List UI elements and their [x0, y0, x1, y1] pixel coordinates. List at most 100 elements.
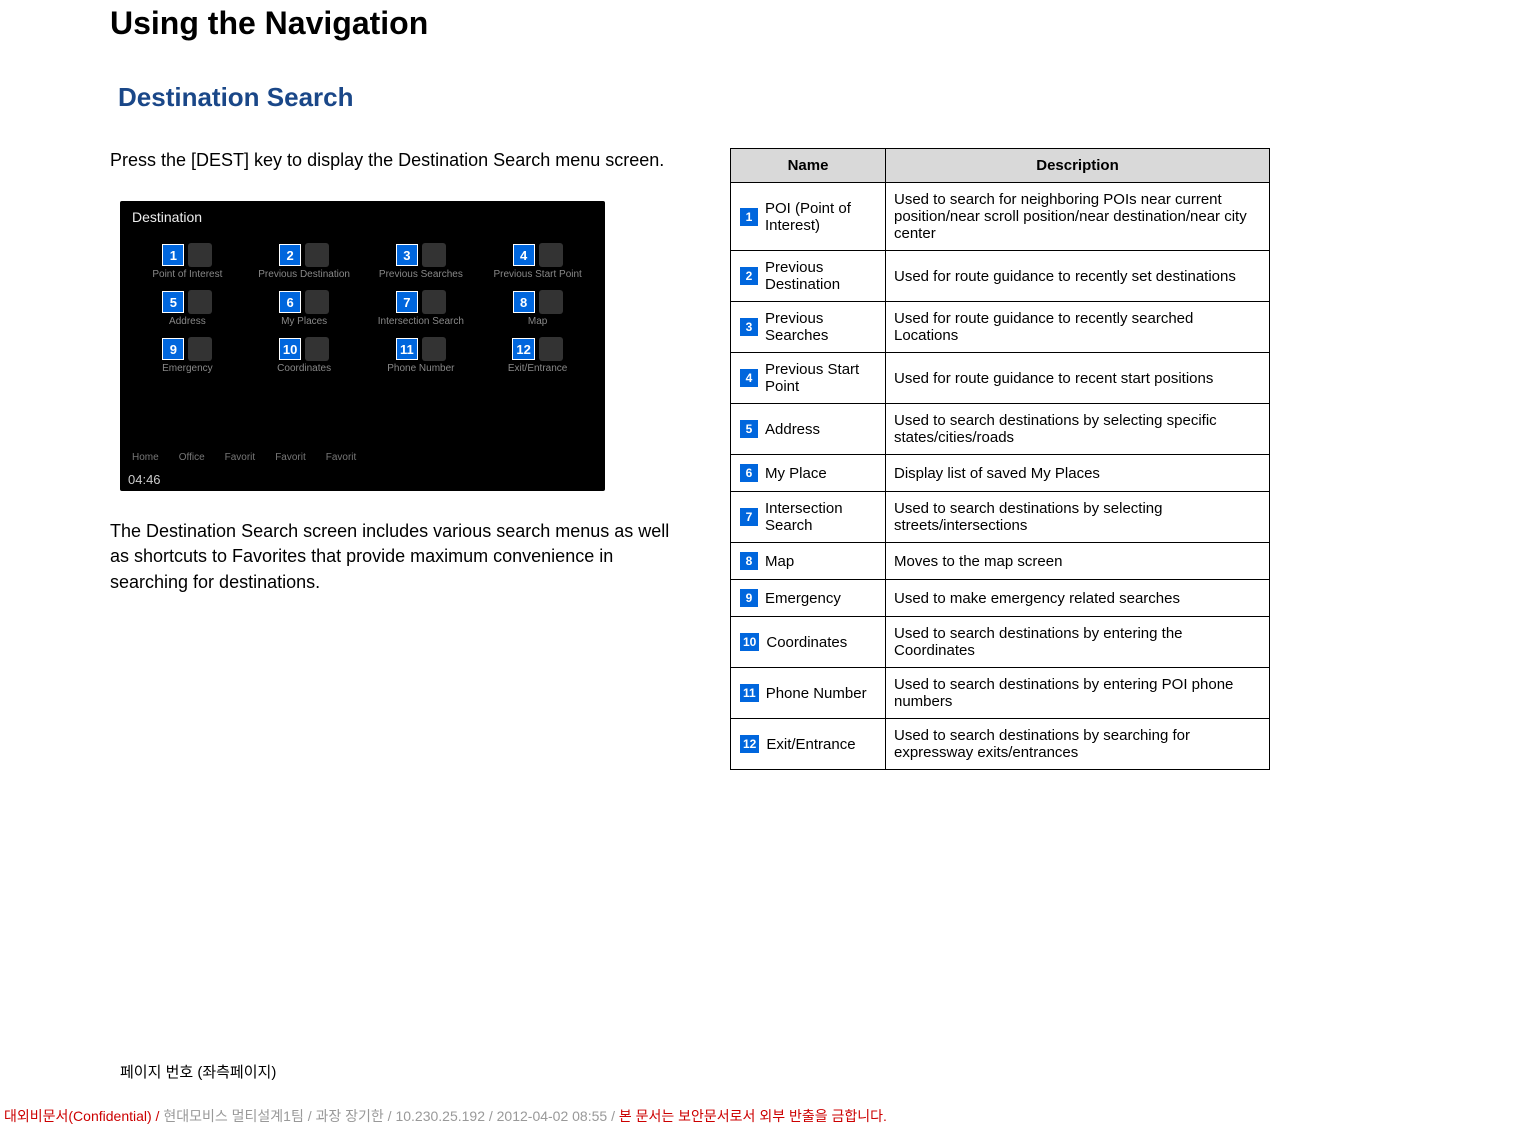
number-badge: 1 — [739, 207, 759, 227]
table-row: 12Exit/EntranceUsed to search destinatio… — [731, 719, 1270, 770]
number-badge: 10 — [739, 632, 760, 652]
screenshot-cell: 11Phone Number — [366, 337, 477, 374]
row-desc: Moves to the map screen — [886, 543, 1270, 580]
menu-icon — [188, 290, 212, 314]
table-row: 9EmergencyUsed to make emergency related… — [731, 580, 1270, 617]
row-name: Map — [765, 553, 794, 570]
menu-icon — [305, 243, 329, 267]
cell-label: Phone Number — [387, 363, 454, 374]
number-badge: 1 — [162, 244, 184, 266]
name-cell: 11Phone Number — [731, 668, 886, 719]
menu-icon — [539, 290, 563, 314]
screenshot-cell: 9 Emergency — [132, 337, 243, 374]
number-badge: 4 — [513, 244, 535, 266]
name-cell: 4 Previous Start Point — [731, 353, 886, 404]
cell-label: Exit/Entrance — [508, 363, 567, 374]
bottombar-item: Favorit — [225, 452, 256, 463]
section-title: Destination Search — [118, 82, 1515, 113]
menu-icon — [539, 243, 563, 267]
cell-label: Coordinates — [277, 363, 331, 374]
number-badge: 12 — [739, 734, 760, 754]
screenshot-title: Destination — [132, 209, 593, 225]
name-cell: 3Previous Searches — [731, 302, 886, 353]
row-desc: Display list of saved My Places — [886, 455, 1270, 492]
row-name: Previous Start Point — [765, 361, 877, 395]
cell-label: Map — [528, 316, 547, 327]
name-cell: 8Map — [731, 543, 886, 580]
table-row: 3Previous SearchesUsed for route guidanc… — [731, 302, 1270, 353]
row-desc: Used to search for neighboring POIs near… — [886, 183, 1270, 251]
number-badge: 8 — [513, 291, 535, 313]
cell-label: Emergency — [162, 363, 213, 374]
row-desc: Used to search destinations by searching… — [886, 719, 1270, 770]
name-cell: 1POI (Point of Interest) — [731, 183, 886, 251]
number-badge: 5 — [739, 419, 759, 439]
table-header-desc: Description — [886, 149, 1270, 183]
number-badge: 7 — [739, 507, 759, 527]
row-name: Address — [765, 421, 820, 438]
number-badge: 6 — [279, 291, 301, 313]
bottombar-item: Office — [179, 452, 205, 463]
intro-text: Press the [DEST] key to display the Dest… — [110, 148, 680, 173]
number-badge: 12 — [512, 338, 534, 360]
content-row: Press the [DEST] key to display the Dest… — [0, 148, 1515, 770]
right-column: Name Description 1POI (Point of Interest… — [730, 148, 1270, 770]
table-row: 8MapMoves to the map screen — [731, 543, 1270, 580]
number-badge: 3 — [739, 317, 759, 337]
bottombar-item: Favorit — [326, 452, 357, 463]
table-row: 11Phone NumberUsed to search destination… — [731, 668, 1270, 719]
name-cell: 7 Intersection Search — [731, 492, 886, 543]
number-badge: 2 — [739, 266, 759, 286]
cell-label: Previous Searches — [379, 269, 463, 280]
menu-icon — [422, 290, 446, 314]
name-cell: 12Exit/Entrance — [731, 719, 886, 770]
screenshot-cell: 3Previous Searches — [366, 243, 477, 280]
screenshot-cell: 6 My Places — [249, 290, 360, 327]
screenshot-time: 04:46 — [128, 472, 161, 487]
row-desc: Used to search destinations by selecting… — [886, 492, 1270, 543]
confidential-suffix: 본 문서는 보안문서로서 외부 반출을 금합니다. — [615, 1108, 887, 1124]
confidential-footer: 대외비문서(Confidential) / 현대모비스 멀티설계1팀 / 과장 … — [4, 1106, 887, 1126]
reference-table: Name Description 1POI (Point of Interest… — [730, 148, 1270, 770]
screenshot-cell: 1 Point of Interest — [132, 243, 243, 280]
number-badge: 2 — [279, 244, 301, 266]
number-badge: 9 — [739, 588, 759, 608]
number-badge: 11 — [739, 683, 760, 703]
confidential-prefix: 대외비문서(Confidential) / — [4, 1108, 163, 1124]
table-row: 6My PlaceDisplay list of saved My Places — [731, 455, 1270, 492]
number-badge: 10 — [279, 338, 301, 360]
table-row: 5AddressUsed to search destinations by s… — [731, 404, 1270, 455]
number-badge: 5 — [162, 291, 184, 313]
description-text: The Destination Search screen includes v… — [110, 519, 680, 595]
confidential-middle: 현대모비스 멀티설계1팀 / 과장 장기한 / 10.230.25.192 / … — [163, 1108, 615, 1124]
screenshot-cell: 12 Exit/Entrance — [482, 337, 593, 374]
cell-label: My Places — [281, 316, 327, 327]
name-cell: 10Coordinates — [731, 617, 886, 668]
table-row: 1POI (Point of Interest)Used to search f… — [731, 183, 1270, 251]
number-badge: 6 — [739, 463, 759, 483]
number-badge: 4 — [739, 368, 759, 388]
screenshot-cell: 10 Coordinates — [249, 337, 360, 374]
menu-icon — [305, 337, 329, 361]
cell-label: Point of Interest — [152, 269, 222, 280]
menu-icon — [305, 290, 329, 314]
row-name: Previous Destination — [765, 259, 877, 293]
menu-icon — [539, 337, 563, 361]
screenshot-cell: 4Previous Start Point — [482, 243, 593, 280]
screenshot-cell: 7Intersection Search — [366, 290, 477, 327]
screenshot-cell: 8 Map — [482, 290, 593, 327]
screenshot-cell: 5Address — [132, 290, 243, 327]
page-footer: 페이지 번호 (좌측페이지) — [120, 1061, 276, 1082]
table-row: 4Previous Start PointUsed for route guid… — [731, 353, 1270, 404]
left-column: Press the [DEST] key to display the Dest… — [110, 148, 680, 770]
name-cell: 2 Previous Destination — [731, 251, 886, 302]
table-header-name: Name — [731, 149, 886, 183]
number-badge: 9 — [162, 338, 184, 360]
row-name: Emergency — [765, 590, 841, 607]
menu-icon — [422, 243, 446, 267]
row-name: Intersection Search — [765, 500, 877, 534]
menu-icon — [188, 337, 212, 361]
row-desc: Used to search destinations by entering … — [886, 668, 1270, 719]
cell-label: Intersection Search — [378, 316, 464, 327]
row-desc: Used for route guidance to recently set … — [886, 251, 1270, 302]
